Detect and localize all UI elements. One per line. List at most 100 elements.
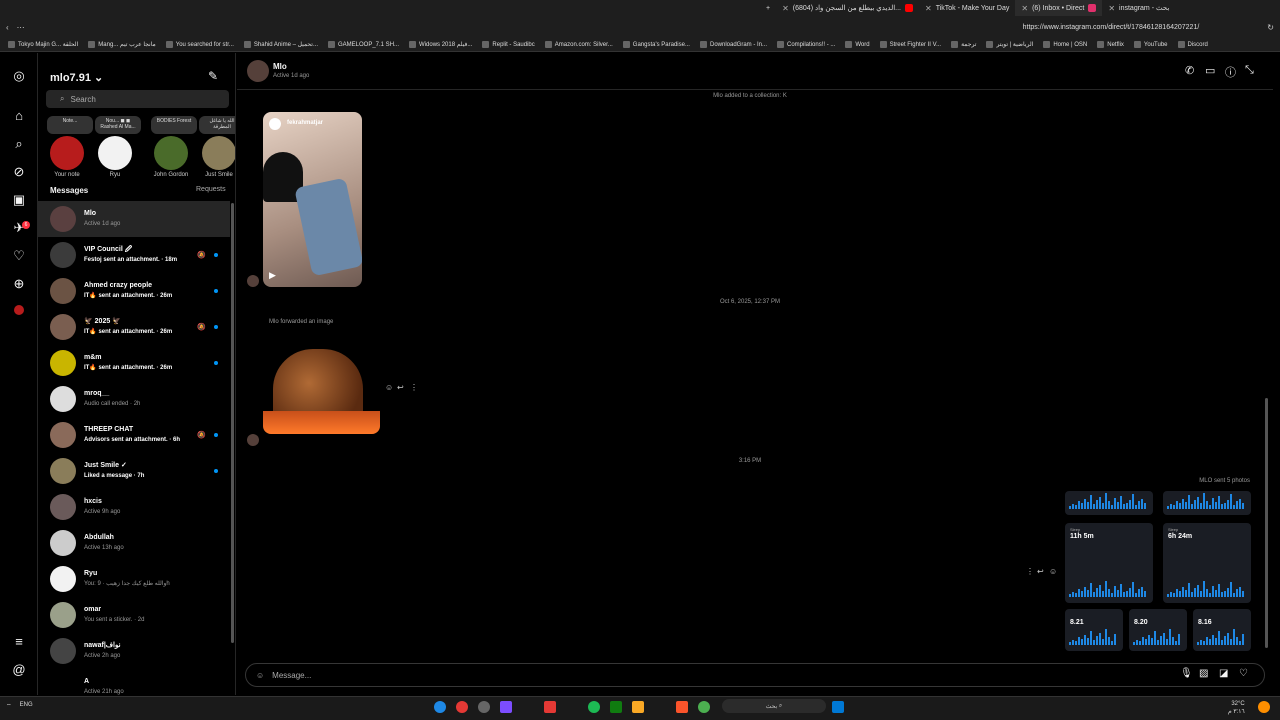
bookmark-item[interactable]: Word xyxy=(845,41,870,48)
heart-icon[interactable]: ♡ xyxy=(12,249,26,263)
thread-scrollbar[interactable] xyxy=(1265,398,1268,648)
conversation-item[interactable]: VIP Council 🖉 Festoj sent an attachment. … xyxy=(38,237,230,273)
reload-icon[interactable]: ↻ xyxy=(1267,23,1274,32)
note-item[interactable]: Note... Your note xyxy=(47,116,93,178)
message-composer[interactable]: ☺ Message... xyxy=(245,663,1265,687)
message-input[interactable]: Message... xyxy=(272,671,311,680)
heart-icon[interactable]: ♡ xyxy=(1239,668,1248,679)
conversation-item[interactable]: Abdullah Active 13h ago xyxy=(38,525,230,561)
bookmark-item[interactable]: YouTube xyxy=(1133,41,1168,48)
bookmark-item[interactable]: Street Fighter II V... xyxy=(879,41,941,48)
more-options-icon[interactable]: ⋮ xyxy=(1026,567,1034,576)
note-item[interactable]: BODIES Forest John Gordon xyxy=(151,116,197,178)
sent-photo[interactable]: 8.16 xyxy=(1193,609,1251,651)
conversation-item[interactable]: Mlo Active 1d ago xyxy=(38,201,230,237)
note-item[interactable]: الله يا شاغل المطرقة Just Smile xyxy=(199,116,235,178)
conversation-item[interactable]: hxcis Active 9h ago xyxy=(38,489,230,525)
sent-photo[interactable]: Sleep 6h 24m xyxy=(1163,523,1251,603)
edge-icon[interactable] xyxy=(434,701,446,713)
conversation-item[interactable]: Just Smile ✓ Liked a message · 7h xyxy=(38,453,230,489)
app-icon[interactable] xyxy=(478,701,490,713)
bookmark-item[interactable]: Shahid Anime – تحميل... xyxy=(243,41,318,48)
requests-link[interactable]: Requests xyxy=(196,186,226,193)
create-icon[interactable]: ⊕ xyxy=(12,277,26,291)
phone-icon[interactable]: ✆ xyxy=(1185,64,1194,77)
close-icon[interactable]: ✕ xyxy=(1108,4,1115,13)
video-call-icon[interactable]: ▭ xyxy=(1205,64,1215,77)
bookmark-item[interactable]: Tokyo Majin G... الحلقة xyxy=(8,41,78,48)
close-icon[interactable]: ✕ xyxy=(782,4,789,13)
conversation-item[interactable]: A Active 21h ago xyxy=(38,669,230,695)
lang-indicator[interactable]: ENG xyxy=(20,702,33,710)
threads-icon[interactable]: @ xyxy=(12,663,26,677)
info-icon[interactable]: ⓘ xyxy=(1225,64,1236,80)
xbox-icon[interactable] xyxy=(610,701,622,713)
bookmark-item[interactable]: Compilations!! - ... xyxy=(777,41,835,48)
clock[interactable]: 32°C ٣:١٦ م xyxy=(1228,700,1245,716)
sticker-icon[interactable]: ◪ xyxy=(1219,668,1228,679)
bookmark-item[interactable]: You searched for str... xyxy=(165,41,234,48)
bookmark-item[interactable]: Mang... مانجا عرب تيم xyxy=(88,41,156,48)
compose-icon[interactable]: ✎ xyxy=(208,69,218,83)
conversation-item[interactable]: Ryu You: والله طلع كيك جدا زهيب · 9h xyxy=(38,561,230,597)
bookmark-item[interactable]: DownloadGram - In... xyxy=(699,41,767,48)
home-icon[interactable]: ⌂ xyxy=(12,109,26,123)
image-icon[interactable]: ▨ xyxy=(1199,668,1208,679)
bookmark-item[interactable]: ترجمة xyxy=(951,41,976,48)
conversation-item[interactable]: THREEP CHAT Advisors sent an attachment. … xyxy=(38,417,230,453)
bookmark-item[interactable]: Discord xyxy=(1177,41,1208,48)
app-icon[interactable] xyxy=(500,701,512,713)
more-options-icon[interactable]: ⋮ xyxy=(410,383,418,392)
close-icon[interactable]: ✕ xyxy=(925,4,932,13)
bookmark-item[interactable]: Widows 2018 فيلم... xyxy=(409,41,472,48)
windows-start-icon[interactable] xyxy=(832,701,844,713)
reply-icon[interactable]: ↩ xyxy=(1037,567,1044,576)
forwarded-image[interactable] xyxy=(263,341,380,434)
minimize-icon[interactable]: ⤡ xyxy=(1245,64,1254,77)
bookmark-item[interactable]: Netflix xyxy=(1097,41,1124,48)
instagram-logo-icon[interactable]: ◎ xyxy=(12,69,26,83)
profile-avatar[interactable] xyxy=(14,305,24,315)
conversation-item[interactable]: omar You sent a sticker. · 2d xyxy=(38,597,230,633)
browser-tab[interactable]: ✕ TikTok - Make Your Day xyxy=(919,0,1015,16)
bookmark-item[interactable]: Home | OSN xyxy=(1043,41,1087,48)
bookmark-item[interactable]: Gangsta's Paradise... xyxy=(622,41,690,48)
bookmark-item[interactable]: GAMELOOP_7.1 SH... xyxy=(328,41,399,48)
search-input[interactable]: ⌕ Search xyxy=(46,90,229,108)
address-bar[interactable]: https://www.instagram.com/direct/t/17846… xyxy=(1023,24,1200,31)
reels-icon[interactable]: ▣ xyxy=(12,193,26,207)
bookmark-item[interactable]: الرياضية | تويتر xyxy=(986,41,1033,48)
browser-tab[interactable]: ✕ (6804) الديدي بيطلع من السجن واد... xyxy=(776,0,919,16)
shared-reel[interactable]: fekrahmatjar ▶ xyxy=(263,112,362,287)
search-icon[interactable]: ⌕ xyxy=(12,137,26,151)
conversation-item[interactable]: Ahmed crazy people IT🔥 sent an attachment… xyxy=(38,273,230,309)
sent-photo[interactable] xyxy=(1065,491,1153,515)
contact-name[interactable]: Mlo xyxy=(273,62,287,71)
chrome-icon[interactable] xyxy=(698,701,710,713)
spotify-icon[interactable] xyxy=(588,701,600,713)
more-menu-icon[interactable]: ≡ xyxy=(12,635,26,649)
new-tab-button[interactable]: + xyxy=(760,0,776,16)
brave-icon[interactable] xyxy=(676,701,688,713)
contact-avatar[interactable] xyxy=(247,60,269,82)
conversation-item[interactable]: m&m IT🔥 sent an attachment. · 26m xyxy=(38,345,230,381)
bookmark-item[interactable]: Amazon.com: Silver... xyxy=(544,41,613,48)
taskbar-search[interactable]: بحث ⌕ xyxy=(722,699,826,713)
bookmark-item[interactable]: Replit - Saudibc xyxy=(482,41,535,48)
conversation-item[interactable]: mroq__ Audio call ended · 2h xyxy=(38,381,230,417)
sent-photo[interactable]: 8.20 xyxy=(1129,609,1187,651)
sent-photo[interactable]: Sleep 11h 5m xyxy=(1065,523,1153,603)
reply-icon[interactable]: ↩ xyxy=(397,383,404,392)
menu-icon[interactable]: ⋯ xyxy=(17,23,25,32)
emoji-icon[interactable]: ☺ xyxy=(256,671,264,680)
app-icon[interactable] xyxy=(544,701,556,713)
conversation-item[interactable]: nawaf|نواف Active 2h ago xyxy=(38,633,230,669)
browser-tab-active[interactable]: ✕ (6) Inbox • Direct xyxy=(1015,0,1103,16)
emoji-react-icon[interactable]: ☺ xyxy=(1049,567,1057,576)
note-item[interactable]: Nou... ◼ ◼ Rashed Al Ma... Ryu xyxy=(95,116,141,178)
account-switcher[interactable]: mlo7.91 ⌄ xyxy=(50,71,103,84)
explore-icon[interactable]: ⊘ xyxy=(12,165,26,179)
sidebar-scrollbar[interactable] xyxy=(231,203,234,643)
microphone-icon[interactable]: 🎙 xyxy=(1180,668,1193,679)
emoji-react-icon[interactable]: ☺ xyxy=(385,383,393,392)
